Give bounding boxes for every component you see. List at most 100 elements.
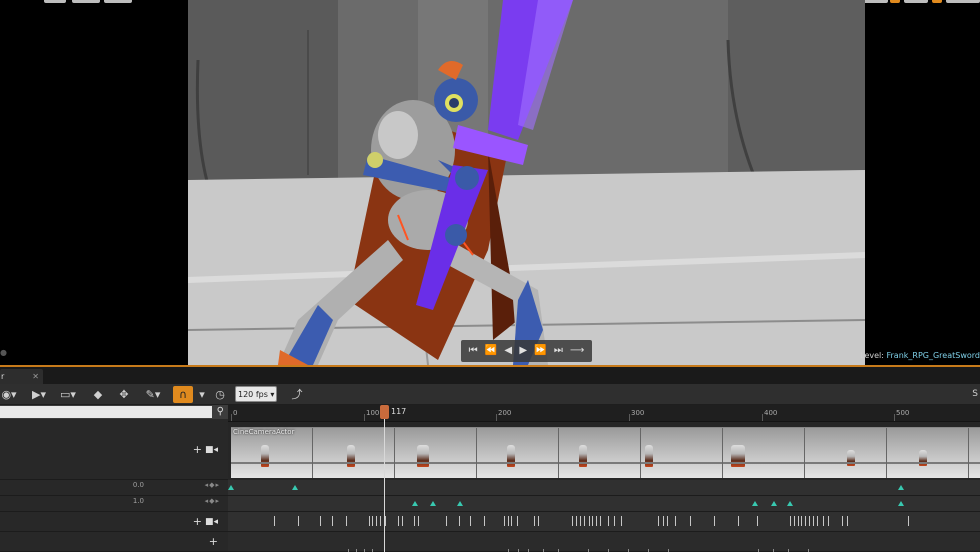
curve-editor-icon[interactable]: ⤴ xyxy=(288,386,306,403)
event-marker[interactable] xyxy=(538,516,539,526)
event-lane[interactable] xyxy=(228,512,980,532)
event-marker[interactable] xyxy=(817,516,818,526)
event-marker[interactable] xyxy=(402,516,403,526)
keyframe[interactable] xyxy=(752,501,758,506)
event-marker[interactable] xyxy=(790,516,791,526)
track-row[interactable]: + xyxy=(0,532,228,552)
event-marker[interactable] xyxy=(663,516,664,526)
event-marker[interactable] xyxy=(592,516,593,526)
frame-rate-select[interactable]: 120 fps ▾ xyxy=(235,386,278,402)
camera-icon[interactable]: ■◂ xyxy=(205,445,218,455)
key-nav-icon[interactable]: ◂◆▸ xyxy=(205,481,220,489)
event-marker[interactable] xyxy=(572,516,573,526)
property-value[interactable]: 1.0 xyxy=(133,497,144,505)
scene-render[interactable] xyxy=(188,0,865,365)
level-viewport[interactable]: ● ⏮ ⏪ ◀ ▶ ⏩ ⏭ ⟶ Level: Frank_RPG_GreatSw… xyxy=(0,0,980,365)
keyframe[interactable] xyxy=(412,501,418,506)
toolbar-chip[interactable] xyxy=(946,0,980,3)
keyframe[interactable] xyxy=(898,501,904,506)
event-marker[interactable] xyxy=(576,516,577,526)
event-marker[interactable] xyxy=(600,516,601,526)
event-marker[interactable] xyxy=(511,516,512,526)
event-marker[interactable] xyxy=(459,516,460,526)
event-marker[interactable] xyxy=(398,516,399,526)
play-button[interactable]: ▶ xyxy=(519,340,527,362)
event-marker[interactable] xyxy=(614,516,615,526)
event-marker[interactable] xyxy=(690,516,691,526)
event-marker[interactable] xyxy=(508,516,509,526)
jump-to-end-button[interactable]: ⏭ xyxy=(554,340,563,362)
track-row[interactable]: + ■◂ xyxy=(0,512,228,532)
loop-button[interactable]: ⟶ xyxy=(570,340,584,362)
event-marker[interactable] xyxy=(675,516,676,526)
key-icon[interactable]: ◆ xyxy=(90,386,106,403)
event-marker[interactable] xyxy=(504,516,505,526)
toolbar-chip[interactable] xyxy=(44,0,66,3)
event-marker[interactable] xyxy=(534,516,535,526)
transform-icon[interactable]: ✥ xyxy=(116,386,132,403)
toolbar-chip[interactable] xyxy=(890,0,900,3)
event-marker[interactable] xyxy=(517,516,518,526)
event-marker[interactable] xyxy=(584,516,585,526)
event-marker[interactable] xyxy=(813,516,814,526)
event-marker[interactable] xyxy=(714,516,715,526)
add-track-icon[interactable]: + xyxy=(193,515,202,528)
toolbar-chip[interactable] xyxy=(904,0,928,3)
event-marker[interactable] xyxy=(757,516,758,526)
keyframe[interactable] xyxy=(457,501,463,506)
play-options-icon[interactable]: ▶▾ xyxy=(30,386,48,403)
event-marker[interactable] xyxy=(470,516,471,526)
event-marker[interactable] xyxy=(828,516,829,526)
search-icon[interactable]: ⚲ xyxy=(217,405,224,419)
event-marker[interactable] xyxy=(801,516,802,526)
camera-actor-row[interactable]: + ■◂ xyxy=(0,419,228,480)
toolbar-chip[interactable] xyxy=(104,0,132,3)
event-marker[interactable] xyxy=(847,516,848,526)
event-marker[interactable] xyxy=(446,516,447,526)
keyframe-lane[interactable] xyxy=(228,480,980,496)
property-value[interactable]: 0.0 xyxy=(133,481,144,489)
event-marker[interactable] xyxy=(380,516,381,526)
event-marker[interactable] xyxy=(372,516,373,526)
keyframe[interactable] xyxy=(292,485,298,490)
event-marker[interactable] xyxy=(809,516,810,526)
event-marker[interactable] xyxy=(798,516,799,526)
search-input[interactable] xyxy=(0,406,212,418)
event-marker[interactable] xyxy=(658,516,659,526)
camera-icon[interactable]: ■◂ xyxy=(205,517,218,527)
sequencer-tab[interactable]: r ✕ xyxy=(0,369,43,384)
render-icon[interactable]: ▭▾ xyxy=(58,386,78,403)
event-marker[interactable] xyxy=(608,516,609,526)
timeline-area[interactable]: 0 100 200 300 400 500 117 CineCameraActo… xyxy=(228,405,980,552)
keyframe[interactable] xyxy=(898,485,904,490)
event-marker[interactable] xyxy=(794,516,795,526)
pencil-icon[interactable]: ✎▾ xyxy=(142,386,164,403)
event-marker[interactable] xyxy=(580,516,581,526)
event-marker[interactable] xyxy=(414,516,415,526)
event-lane[interactable] xyxy=(228,532,980,552)
event-marker[interactable] xyxy=(823,516,824,526)
event-marker[interactable] xyxy=(298,516,299,526)
jump-to-start-button[interactable]: ⏮ xyxy=(469,340,478,362)
close-icon[interactable]: ✕ xyxy=(32,369,39,384)
event-marker[interactable] xyxy=(369,516,370,526)
chevron-down-icon[interactable]: ▾ xyxy=(197,386,207,403)
step-forward-button[interactable]: ⏩ xyxy=(534,340,546,362)
event-marker[interactable] xyxy=(842,516,843,526)
key-nav-icon[interactable]: ◂◆▸ xyxy=(205,497,220,505)
event-marker[interactable] xyxy=(589,516,590,526)
toolbar-chip[interactable] xyxy=(72,0,100,3)
keyframe[interactable] xyxy=(787,501,793,506)
event-marker[interactable] xyxy=(418,516,419,526)
event-marker[interactable] xyxy=(385,516,386,526)
property-row[interactable]: 1.0 ◂◆▸ xyxy=(0,496,228,512)
time-ruler[interactable]: 0 100 200 300 400 500 117 xyxy=(228,405,980,422)
toolbar-right-text[interactable]: S xyxy=(972,386,978,403)
playhead-handle[interactable] xyxy=(380,405,389,419)
toolbar-chip[interactable] xyxy=(932,0,942,3)
keyframe-lane[interactable] xyxy=(228,496,980,512)
event-marker[interactable] xyxy=(908,516,909,526)
event-marker[interactable] xyxy=(805,516,806,526)
snap-magnet-icon[interactable]: ∩ xyxy=(173,386,193,403)
event-marker[interactable] xyxy=(332,516,333,526)
